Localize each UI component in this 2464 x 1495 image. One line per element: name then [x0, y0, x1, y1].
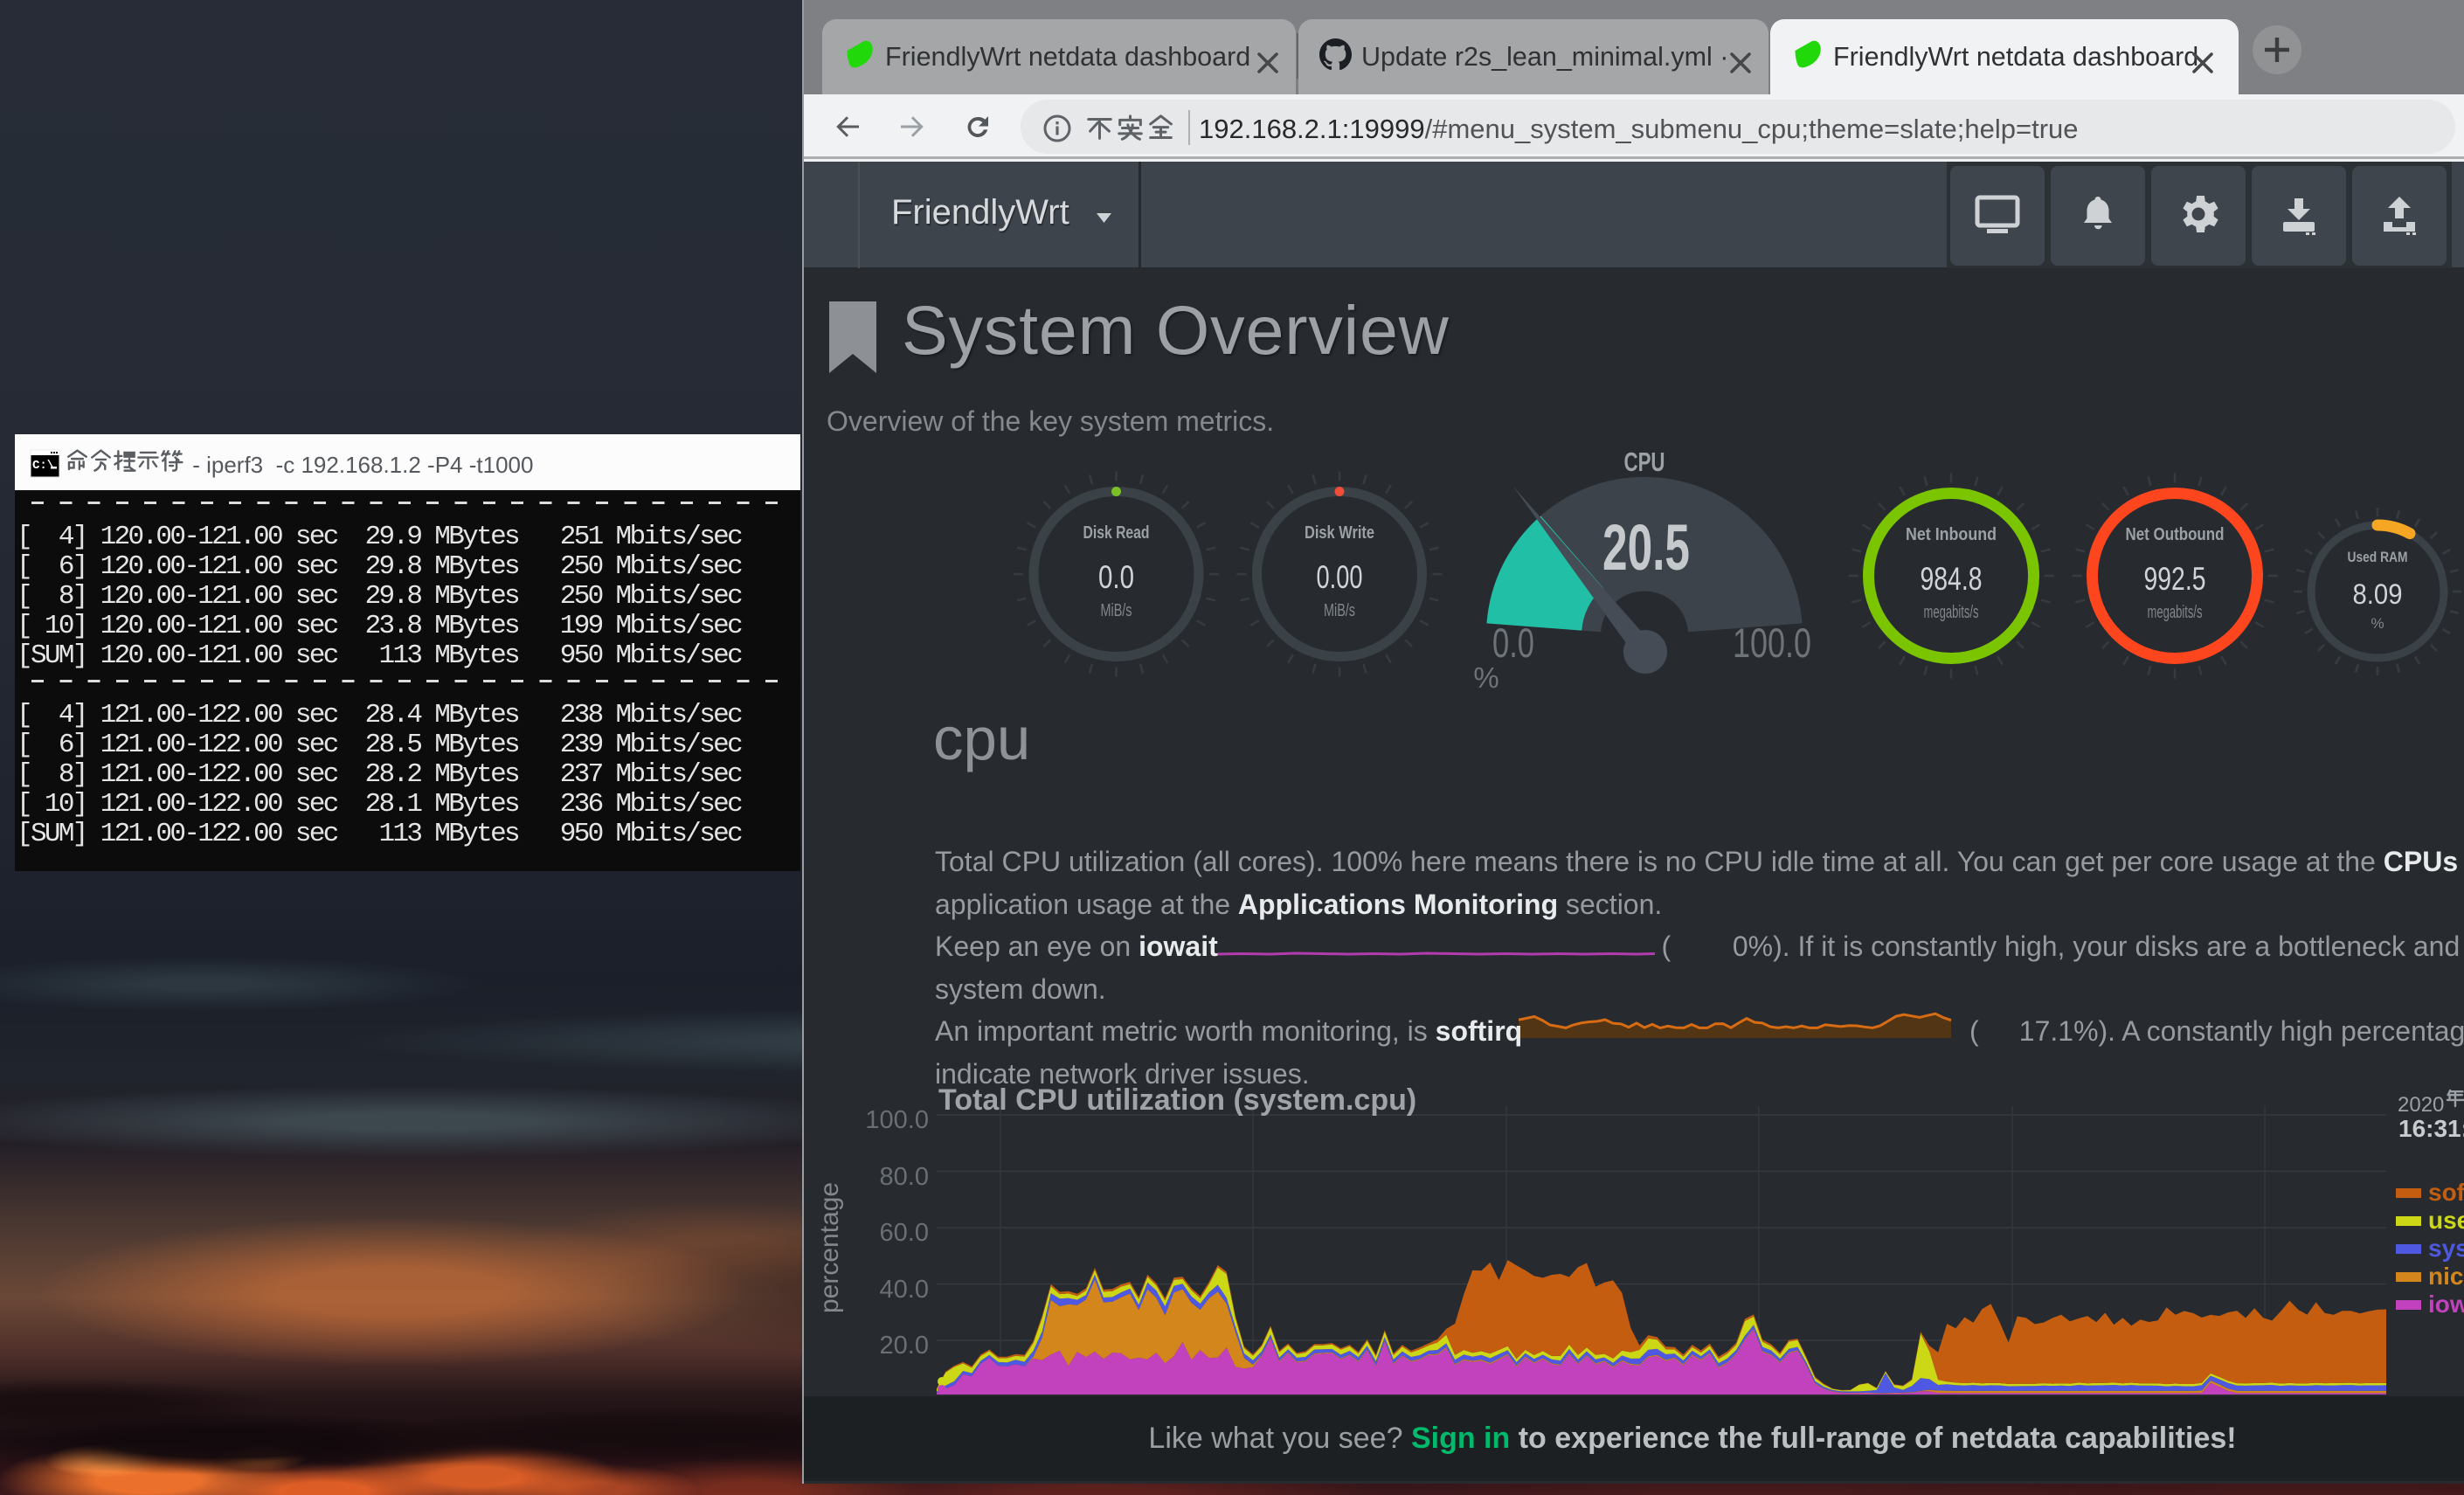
svg-text:C:\: C:\ [32, 459, 54, 473]
